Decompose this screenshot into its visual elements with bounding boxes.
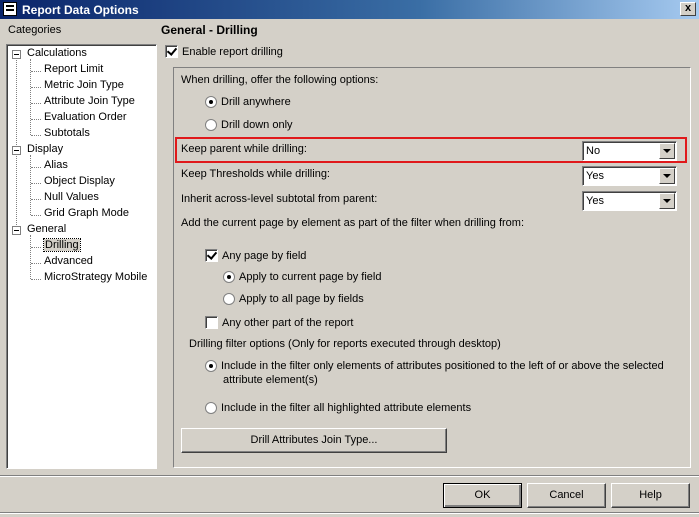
categories-tree[interactable]: Calculations Report Limit Metric Join Ty… (6, 44, 157, 469)
tree-item-advanced[interactable]: Advanced (44, 255, 93, 267)
tree-line (31, 279, 41, 280)
tree-item-metric-join-type[interactable]: Metric Join Type (44, 79, 124, 91)
tree-line (31, 183, 41, 184)
any-other-part-checkbox[interactable]: Any other part of the report (205, 316, 353, 329)
tree-item-calculations[interactable]: Calculations (27, 47, 87, 59)
offer-options-label: When drilling, offer the following optio… (181, 74, 379, 86)
tree-item-object-display[interactable]: Object Display (44, 175, 115, 187)
inherit-subtotal-select[interactable]: Yes (582, 191, 677, 211)
tree-item-alias[interactable]: Alias (44, 159, 68, 171)
page-title: General - Drilling (161, 23, 258, 37)
enable-drilling-checkbox[interactable]: Enable report drilling (165, 45, 283, 58)
tree-item-general[interactable]: General (27, 223, 66, 235)
keep-parent-select[interactable]: No (582, 141, 677, 161)
radio-button[interactable] (223, 271, 235, 284)
apply-all-pages-radio[interactable]: Apply to all page by fields (223, 293, 364, 306)
checkbox-box[interactable] (205, 316, 218, 329)
tree-line (31, 263, 41, 264)
tree-line (31, 71, 41, 72)
tree-line (31, 87, 41, 88)
include-left-above-radio[interactable]: Include in the filter only elements of a… (205, 360, 664, 373)
keep-thresholds-label: Keep Thresholds while drilling: (181, 168, 330, 180)
drill-attributes-join-type-button[interactable]: Drill Attributes Join Type... (181, 428, 447, 453)
tree-item-attribute-join-type[interactable]: Attribute Join Type (44, 95, 135, 107)
keep-parent-label: Keep parent while drilling: (181, 143, 307, 155)
close-button[interactable]: x (680, 2, 696, 16)
ok-button[interactable]: OK (443, 483, 522, 508)
checkbox-box[interactable] (165, 45, 178, 58)
window-title: Report Data Options (22, 3, 139, 17)
radio-button[interactable] (223, 293, 235, 306)
help-button[interactable]: Help (611, 483, 690, 508)
title-bar: Report Data Options x (0, 0, 699, 19)
window-icon (3, 2, 17, 16)
tree-line (31, 215, 41, 216)
tree-line (31, 167, 41, 168)
tree-line (30, 235, 31, 279)
tree-item-evaluation-order[interactable]: Evaluation Order (44, 111, 127, 123)
inherit-subtotal-label: Inherit across-level subtotal from paren… (181, 193, 378, 205)
tree-item-grid-graph-mode[interactable]: Grid Graph Mode (44, 207, 129, 219)
tree-item-display[interactable]: Display (27, 143, 63, 155)
tree-item-microstrategy-mobile[interactable]: MicroStrategy Mobile (44, 271, 147, 283)
collapse-icon[interactable] (12, 50, 21, 59)
keep-thresholds-select[interactable]: Yes (582, 166, 677, 186)
radio-button[interactable] (205, 96, 217, 109)
tree-line (31, 119, 41, 120)
tree-line (16, 53, 17, 229)
filter-options-label: Drilling filter options (Only for report… (189, 338, 501, 350)
drill-anywhere-radio[interactable]: Drill anywhere (205, 96, 291, 109)
cancel-button[interactable]: Cancel (527, 483, 606, 508)
radio-button[interactable] (205, 119, 217, 132)
page-by-label: Add the current page by element as part … (181, 217, 525, 229)
collapse-icon[interactable] (12, 226, 21, 235)
drill-down-only-radio[interactable]: Drill down only (205, 119, 293, 132)
chevron-down-icon[interactable] (659, 143, 675, 159)
categories-label: Categories (8, 24, 62, 36)
report-data-options-dialog: Report Data Options x Categories Calcula… (0, 0, 699, 517)
tree-line (31, 135, 41, 136)
tree-line (30, 155, 31, 215)
checkbox-box[interactable] (205, 249, 218, 262)
apply-current-page-radio[interactable]: Apply to current page by field (223, 271, 381, 284)
tree-item-subtotals[interactable]: Subtotals (44, 127, 90, 139)
tree-line (31, 199, 41, 200)
footer-divider (0, 475, 699, 477)
include-left-above-label-cont: attribute element(s) (223, 374, 318, 386)
radio-button[interactable] (205, 360, 217, 373)
tree-item-drilling[interactable]: Drilling (43, 238, 81, 252)
radio-button[interactable] (205, 402, 217, 415)
any-page-by-field-checkbox[interactable]: Any page by field (205, 249, 306, 262)
tree-item-null-values[interactable]: Null Values (44, 191, 99, 203)
tree-line (31, 247, 41, 248)
chevron-down-icon[interactable] (659, 168, 675, 184)
include-highlighted-radio[interactable]: Include in the filter all highlighted at… (205, 402, 471, 415)
bottom-edge (0, 512, 699, 514)
collapse-icon[interactable] (12, 146, 21, 155)
tree-line (31, 103, 41, 104)
tree-item-report-limit[interactable]: Report Limit (44, 63, 103, 75)
chevron-down-icon[interactable] (659, 193, 675, 209)
